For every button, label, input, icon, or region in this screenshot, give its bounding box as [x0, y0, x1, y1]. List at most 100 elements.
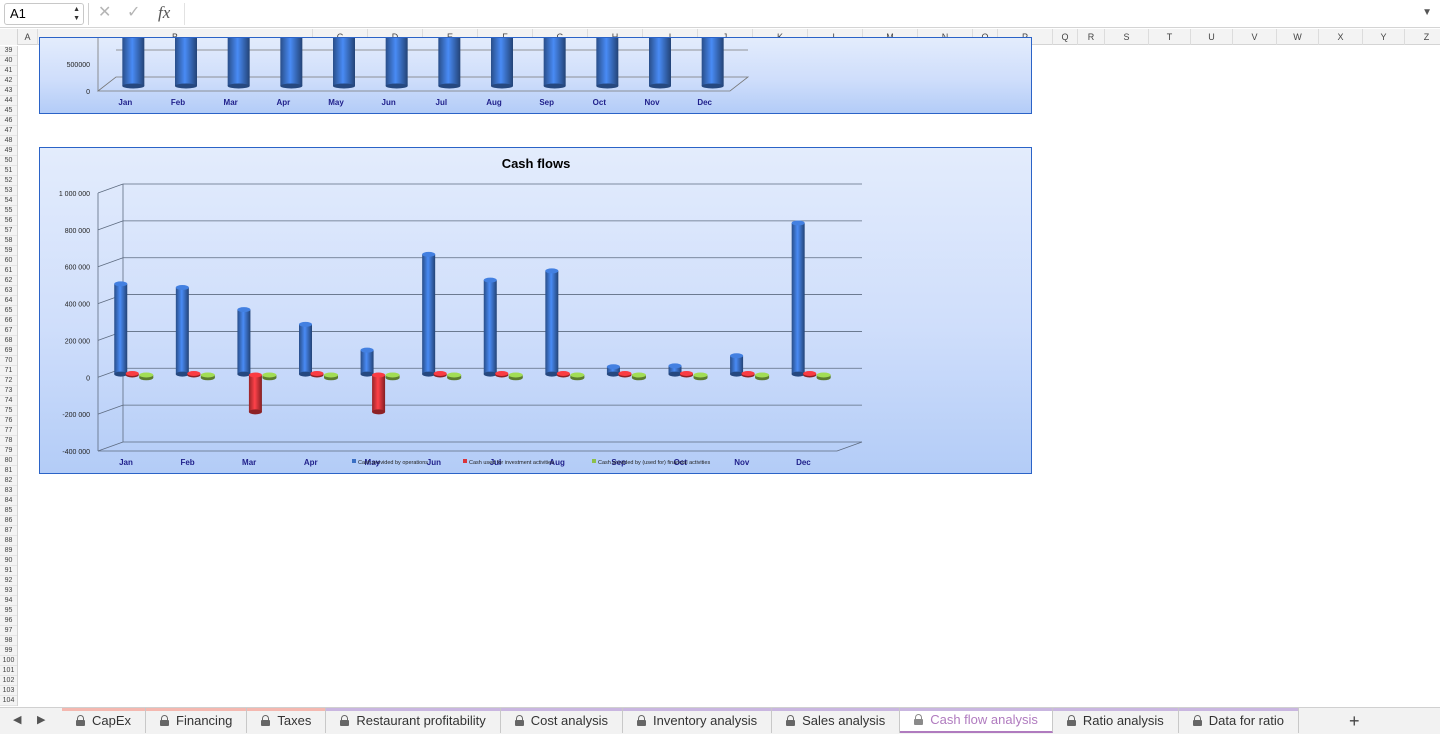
row-header[interactable]: 43	[0, 86, 17, 96]
row-header[interactable]: 65	[0, 306, 17, 316]
row-header[interactable]: 57	[0, 226, 17, 236]
row-header[interactable]: 71	[0, 366, 17, 376]
row-header[interactable]: 66	[0, 316, 17, 326]
row-header[interactable]: 68	[0, 336, 17, 346]
scroll-tabs-right-icon[interactable]: ▶	[37, 713, 45, 726]
function-icon[interactable]: fx	[158, 2, 170, 24]
row-header[interactable]: 94	[0, 596, 17, 606]
row-header[interactable]: 53	[0, 186, 17, 196]
row-header[interactable]: 56	[0, 216, 17, 226]
row-header[interactable]: 84	[0, 496, 17, 506]
column-header-w[interactable]: W	[1277, 29, 1319, 45]
row-header[interactable]: 52	[0, 176, 17, 186]
scroll-tabs-left-icon[interactable]: ◀	[13, 713, 21, 726]
row-header[interactable]: 58	[0, 236, 17, 246]
row-header[interactable]: 91	[0, 566, 17, 576]
row-header[interactable]: 64	[0, 296, 17, 306]
sheet-tab-cost-analysis[interactable]: Cost analysis	[500, 708, 624, 733]
column-header-s[interactable]: S	[1105, 29, 1149, 45]
row-header[interactable]: 49	[0, 146, 17, 156]
row-header[interactable]: 59	[0, 246, 17, 256]
row-header[interactable]: 76	[0, 416, 17, 426]
confirm-check-icon[interactable]: ✓	[127, 3, 140, 23]
sheet-tab-capex[interactable]: CapEx	[62, 708, 147, 733]
row-header[interactable]: 45	[0, 106, 17, 116]
cash-flows-chart[interactable]: Cash flows 1 000 000 800 000 600 000 400 000…	[39, 147, 1032, 474]
row-header[interactable]: 99	[0, 646, 17, 656]
row-header[interactable]: 61	[0, 266, 17, 276]
formula-input[interactable]	[184, 3, 1424, 25]
sheet-tab-inventory-analysis[interactable]: Inventory analysis	[623, 708, 773, 733]
column-header-z[interactable]: Z	[1405, 29, 1440, 45]
row-header[interactable]: 70	[0, 356, 17, 366]
row-header[interactable]: 55	[0, 206, 17, 216]
row-header[interactable]: 63	[0, 286, 17, 296]
row-header[interactable]: 54	[0, 196, 17, 206]
row-header[interactable]: 72	[0, 376, 17, 386]
row-header[interactable]: 40	[0, 56, 17, 66]
sheet-tab-financing[interactable]: Financing	[146, 708, 248, 733]
row-header[interactable]: 46	[0, 116, 17, 126]
row-header[interactable]: 104	[0, 696, 17, 706]
row-header[interactable]: 103	[0, 686, 17, 696]
row-header[interactable]: 98	[0, 636, 17, 646]
row-header[interactable]: 100	[0, 656, 17, 666]
row-header[interactable]: 88	[0, 536, 17, 546]
row-header[interactable]: 74	[0, 396, 17, 406]
sheet-tab-cash-flow-analysis[interactable]: Cash flow analysis	[900, 708, 1053, 733]
sheet-tab-sales-analysis[interactable]: Sales analysis	[772, 708, 901, 733]
row-header[interactable]: 96	[0, 616, 17, 626]
row-header[interactable]: 81	[0, 466, 17, 476]
row-header[interactable]: 69	[0, 346, 17, 356]
column-header-a[interactable]: A	[18, 29, 38, 45]
sheet-tab-restaurant-profitability[interactable]: Restaurant profitability	[326, 708, 501, 733]
row-header[interactable]: 50	[0, 156, 17, 166]
row-header[interactable]: 51	[0, 166, 17, 176]
row-header[interactable]: 77	[0, 426, 17, 436]
row-header[interactable]: 79	[0, 446, 17, 456]
row-header[interactable]: 92	[0, 576, 17, 586]
monthly-bar-chart[interactable]: 500000 0 Jan Feb Mar Apr May Jun Jul Aug Sep Oct Nov…	[39, 37, 1032, 114]
name-box[interactable]: A1 ▲ ▼	[4, 3, 84, 25]
row-header[interactable]: 102	[0, 676, 17, 686]
row-header[interactable]: 83	[0, 486, 17, 496]
expand-formula-bar-icon[interactable]: ▼	[1422, 7, 1432, 18]
row-header[interactable]: 85	[0, 506, 17, 516]
row-header[interactable]: 80	[0, 456, 17, 466]
column-header-x[interactable]: X	[1319, 29, 1363, 45]
row-header[interactable]: 67	[0, 326, 17, 336]
row-header[interactable]: 93	[0, 586, 17, 596]
row-header[interactable]: 62	[0, 276, 17, 286]
sheet-tab-taxes[interactable]: Taxes	[247, 708, 327, 733]
row-header[interactable]: 101	[0, 666, 17, 676]
row-header[interactable]: 44	[0, 96, 17, 106]
row-header[interactable]: 89	[0, 546, 17, 556]
row-header[interactable]: 90	[0, 556, 17, 566]
row-header[interactable]: 73	[0, 386, 17, 396]
column-header-u[interactable]: U	[1191, 29, 1233, 45]
column-header-q[interactable]: Q	[1053, 29, 1078, 45]
row-header[interactable]: 39	[0, 46, 17, 56]
column-header-y[interactable]: Y	[1363, 29, 1405, 45]
row-header[interactable]: 95	[0, 606, 17, 616]
row-header[interactable]: 48	[0, 136, 17, 146]
row-header[interactable]: 60	[0, 256, 17, 266]
row-header[interactable]: 97	[0, 626, 17, 636]
row-header[interactable]: 82	[0, 476, 17, 486]
row-header[interactable]: 78	[0, 436, 17, 446]
sheet-tab-ratio-analysis[interactable]: Ratio analysis	[1052, 708, 1179, 733]
row-header[interactable]: 47	[0, 126, 17, 136]
cancel-icon[interactable]: ✕	[98, 3, 111, 23]
row-header[interactable]: 42	[0, 76, 17, 86]
add-sheet-button[interactable]: +	[1349, 711, 1360, 731]
sheet-tab-data-for-ratio[interactable]: Data for ratio	[1178, 708, 1299, 733]
column-header-t[interactable]: T	[1149, 29, 1191, 45]
row-header[interactable]: 75	[0, 406, 17, 416]
row-header[interactable]: 41	[0, 66, 17, 76]
column-header-r[interactable]: R	[1078, 29, 1105, 45]
row-header[interactable]: 86	[0, 516, 17, 526]
row-header[interactable]: 87	[0, 526, 17, 536]
select-all-corner[interactable]	[0, 29, 18, 45]
name-box-stepper-icon[interactable]: ▲ ▼	[73, 5, 80, 23]
column-header-v[interactable]: V	[1233, 29, 1277, 45]
